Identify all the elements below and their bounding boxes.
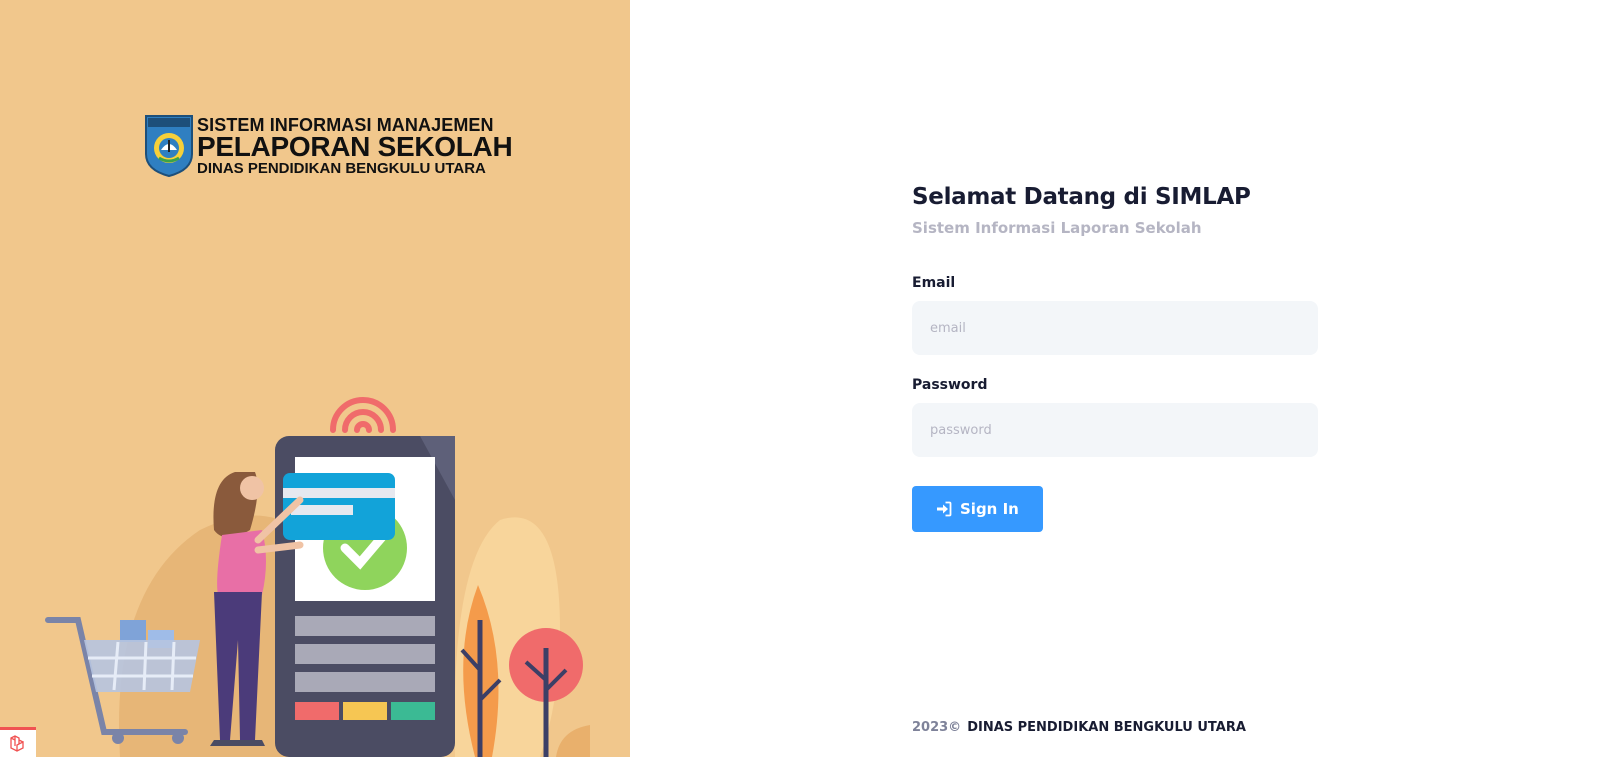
- app-logo: SISTEM INFORMASI MANAJEMEN PELAPORAN SEK…: [144, 114, 513, 178]
- debug-badge[interactable]: [0, 727, 36, 757]
- email-field-group: Email: [912, 275, 1318, 355]
- logo-text: SISTEM INFORMASI MANAJEMEN PELAPORAN SEK…: [197, 116, 513, 177]
- login-subtitle: Sistem Informasi Laporan Sekolah: [912, 219, 1202, 237]
- email-label: Email: [912, 275, 956, 291]
- logo-line-3: DINAS PENDIDIKAN BENGKULU UTARA: [197, 160, 486, 177]
- logo-line-2: PELAPORAN SEKOLAH: [197, 131, 513, 162]
- shopping-illustration: [45, 397, 590, 757]
- login-page: SISTEM INFORMASI MANAJEMEN PELAPORAN SEK…: [0, 0, 1600, 757]
- footer-org-link[interactable]: DINAS PENDIDIKAN BENGKULU UTARA: [967, 720, 1246, 735]
- sign-in-label: Sign In: [960, 500, 1019, 518]
- email-input[interactable]: [912, 301, 1318, 355]
- footer: 2023© DINAS PENDIDIKAN BENGKULU UTARA: [912, 720, 1246, 735]
- credit-card: [283, 473, 395, 540]
- login-title: Selamat Datang di SIMLAP: [912, 184, 1251, 210]
- bengkulu-utara-seal-icon: [145, 115, 193, 178]
- laravel-icon: [10, 734, 24, 752]
- footer-year: 2023©: [912, 720, 962, 735]
- password-label: Password: [912, 377, 988, 393]
- login-form: Selamat Datang di SIMLAP Sistem Informas…: [912, 184, 1318, 532]
- sign-in-icon: [937, 501, 952, 517]
- wifi-signal: [330, 397, 396, 433]
- password-input[interactable]: [912, 403, 1318, 457]
- aside-panel: SISTEM INFORMASI MANAJEMEN PELAPORAN SEK…: [0, 0, 630, 757]
- login-content: Selamat Datang di SIMLAP Sistem Informas…: [630, 0, 1600, 757]
- password-field-group: Password: [912, 377, 1318, 457]
- sign-in-button[interactable]: Sign In: [912, 486, 1043, 532]
